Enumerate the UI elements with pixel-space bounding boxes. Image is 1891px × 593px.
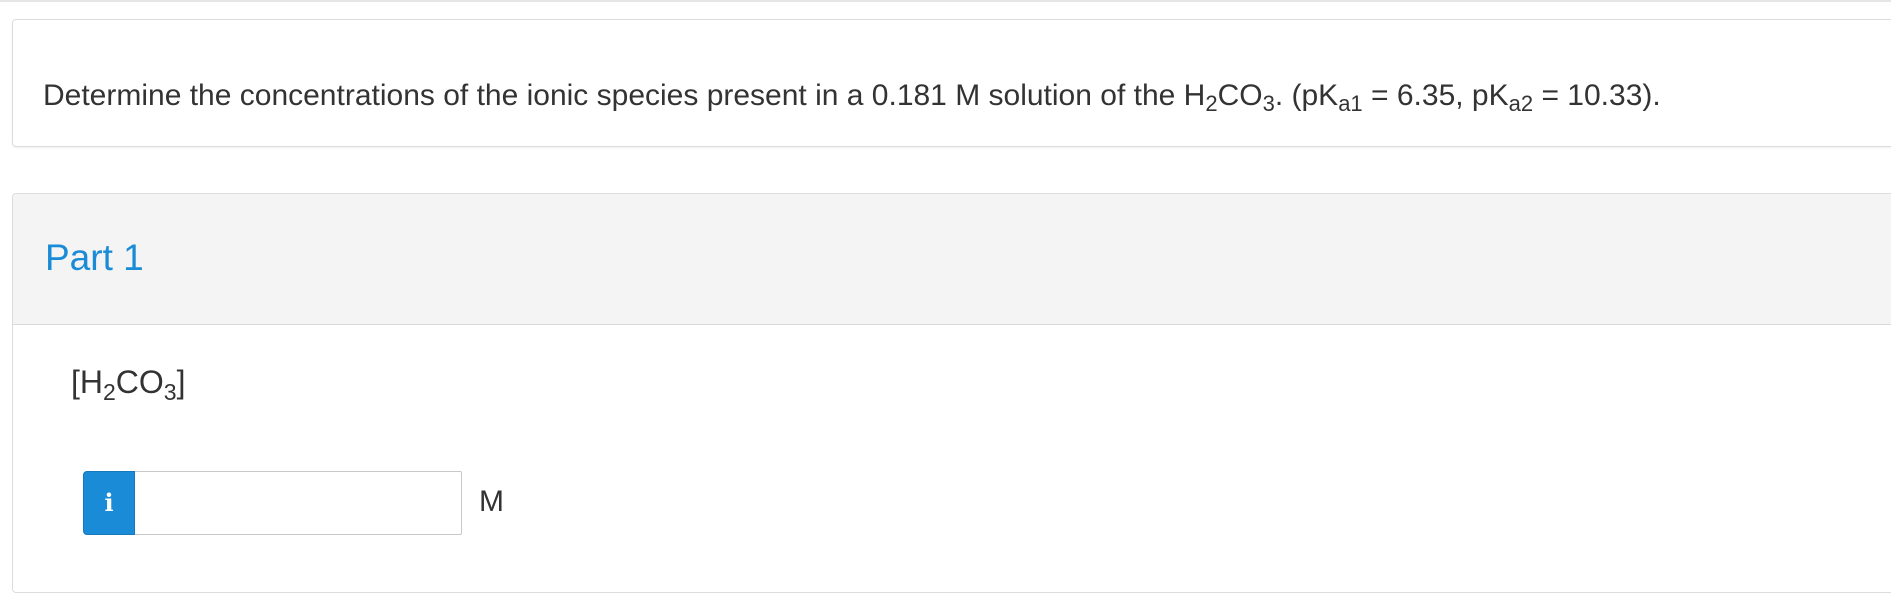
ka2-subscript: a2 <box>1508 91 1534 116</box>
ka1-value: = 6.35, pK <box>1362 79 1509 112</box>
part-card: Part 1 [H2CO3] i M <box>12 193 1891 593</box>
answer-input-group: i <box>83 471 462 535</box>
question-prefix: Determine the concentrations of the ioni… <box>43 79 1206 112</box>
species-label-segment: ] <box>176 364 186 400</box>
species-label: [H2CO3] <box>71 362 186 405</box>
formula-text: CO <box>1217 79 1263 112</box>
info-button[interactable]: i <box>83 471 135 535</box>
formula-subscript: 2 <box>1205 91 1218 116</box>
species-label-segment: [H <box>71 364 103 400</box>
concentration-input[interactable] <box>135 471 462 535</box>
top-divider <box>0 0 1891 2</box>
ka1-subscript: a1 <box>1338 91 1363 116</box>
question-card: Determine the concentrations of the ioni… <box>12 19 1891 147</box>
species-label-segment: CO <box>115 364 164 400</box>
part-header: Part 1 <box>13 194 1891 325</box>
question-text: Determine the concentrations of the ioni… <box>43 78 1661 116</box>
info-icon: i <box>104 488 114 517</box>
species-subscript: 2 <box>103 379 116 405</box>
unit-label: M <box>479 485 504 518</box>
question-text-segment: . (pK <box>1274 79 1339 112</box>
part-title: Part 1 <box>45 237 144 278</box>
ka2-value: = 10.33). <box>1533 79 1661 112</box>
species-subscript: 3 <box>163 379 177 405</box>
formula-subscript: 3 <box>1262 91 1275 116</box>
